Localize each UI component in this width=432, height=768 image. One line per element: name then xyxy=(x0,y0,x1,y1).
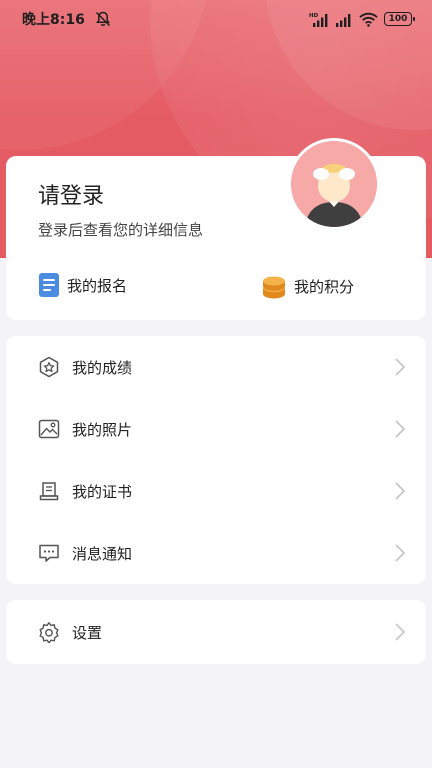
hd-signal-icon: HD xyxy=(309,13,328,27)
message-icon xyxy=(39,544,59,562)
coins-icon xyxy=(263,276,285,299)
document-icon xyxy=(39,273,59,297)
menu-item-notifications[interactable]: 消息通知 xyxy=(6,522,426,584)
avatar[interactable] xyxy=(288,138,380,230)
menu-item-photos[interactable]: 我的照片 xyxy=(6,398,426,460)
battery-indicator: 100 xyxy=(384,12,415,26)
my-enrollment-button[interactable]: 我的报名 xyxy=(39,273,127,297)
profile-card: 请登录 登录后查看您的详细信息 我的报名 我的积分 xyxy=(6,138,426,320)
default-avatar-icon xyxy=(291,141,377,227)
my-points-label: 我的积分 xyxy=(294,277,355,296)
menu-list: 我的成绩 我的照片 我的证书 消息通知 xyxy=(6,336,426,584)
status-bar: 晚上8:16 HD 100 xyxy=(0,0,432,38)
login-subtitle: 登录后查看您的详细信息 xyxy=(38,221,204,239)
chevron-right-icon xyxy=(395,482,406,500)
menu-item-label: 消息通知 xyxy=(72,544,133,563)
menu-item-grades[interactable]: 我的成绩 xyxy=(6,336,426,398)
wifi-icon xyxy=(359,12,378,27)
grade-badge-icon xyxy=(39,356,59,378)
certificate-icon xyxy=(39,482,59,501)
login-prompt[interactable]: 请登录 xyxy=(38,178,104,210)
chevron-right-icon xyxy=(395,420,406,438)
menu-item-label: 我的照片 xyxy=(72,420,133,439)
chevron-right-icon xyxy=(395,544,406,562)
menu-item-label: 我的证书 xyxy=(72,482,133,501)
status-time: 晚上8:16 xyxy=(22,12,85,28)
gear-icon xyxy=(39,622,59,643)
settings-section: 设置 xyxy=(6,600,426,664)
cell-signal-icon xyxy=(336,13,351,27)
chevron-right-icon xyxy=(395,623,406,641)
svg-text:HD: HD xyxy=(309,13,319,19)
menu-item-label: 我的成绩 xyxy=(72,358,133,377)
battery-level: 100 xyxy=(388,14,408,24)
menu-item-label: 设置 xyxy=(72,623,103,642)
chevron-right-icon xyxy=(395,358,406,376)
my-enrollment-label: 我的报名 xyxy=(67,276,128,295)
menu-item-settings[interactable]: 设置 xyxy=(6,600,426,664)
photo-icon xyxy=(38,419,60,439)
menu-item-certificates[interactable]: 我的证书 xyxy=(6,460,426,522)
notifications-muted-icon xyxy=(95,11,110,27)
my-points-button[interactable]: 我的积分 xyxy=(262,273,354,299)
